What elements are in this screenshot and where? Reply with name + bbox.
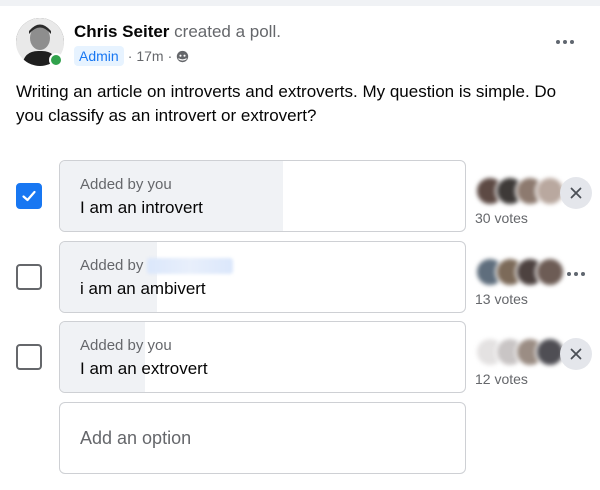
- poll-option-label: i am an ambivert: [80, 279, 206, 298]
- poll-option-box[interactable]: Added by you I am an introvert: [59, 160, 466, 232]
- poll-option-checkbox[interactable]: [16, 264, 42, 290]
- post-text: Writing an article on introverts and ext…: [16, 82, 557, 125]
- voter-avatars[interactable]: [475, 257, 565, 287]
- vote-count[interactable]: 30 votes: [475, 210, 528, 226]
- vote-count[interactable]: 13 votes: [475, 291, 528, 307]
- poll-option-progress-fill: [60, 242, 158, 312]
- voter-avatars[interactable]: [475, 337, 565, 367]
- more-options-icon[interactable]: [552, 34, 578, 50]
- vote-count[interactable]: 12 votes: [475, 371, 528, 387]
- remove-option-button[interactable]: [560, 338, 592, 370]
- add-option-input[interactable]: [60, 403, 465, 473]
- author-name[interactable]: Chris Seiter: [74, 22, 169, 41]
- voter-avatars[interactable]: [475, 176, 565, 206]
- poll-option-row: Added by you I am an extrovert 12 votes: [0, 321, 600, 393]
- post-header: Chris Seiter created a poll.: [74, 22, 281, 42]
- poll-option-added-by: Added by: [80, 257, 234, 274]
- poll-option-row: Added by i am an ambivert 13 votes: [0, 241, 600, 313]
- poll-option-row: Added by you I am an introvert 30 votes: [0, 160, 600, 232]
- blurred-user-name: [147, 257, 234, 274]
- remove-option-button[interactable]: [560, 177, 592, 209]
- close-icon: [570, 348, 582, 360]
- poll-option-box[interactable]: Added by i am an ambivert: [59, 241, 466, 313]
- poll-option-progress-fill: [60, 322, 146, 392]
- meta-separator: ·: [127, 48, 133, 64]
- poll-option-checkbox[interactable]: [16, 344, 42, 370]
- poll-option-label: I am an introvert: [80, 198, 203, 217]
- post-timestamp[interactable]: 17m: [136, 48, 163, 64]
- meta-separator: ·: [167, 48, 173, 64]
- checkmark-icon: [22, 190, 36, 202]
- admin-badge[interactable]: Admin: [74, 46, 124, 66]
- post-meta: Admin · 17m ·: [74, 46, 189, 66]
- poll-post-card: Chris Seiter created a poll. Admin · 17m…: [0, 6, 600, 490]
- add-option-field[interactable]: [59, 402, 466, 474]
- more-horizontal-icon[interactable]: [563, 267, 589, 281]
- poll-option-checkbox[interactable]: [16, 183, 42, 209]
- post-action-text: created a poll.: [174, 22, 281, 41]
- globe-icon[interactable]: [176, 50, 189, 63]
- poll-option-label: I am an extrovert: [80, 359, 208, 378]
- close-icon: [570, 187, 582, 199]
- poll-option-added-by: Added by you: [80, 176, 172, 193]
- voter-avatar: [535, 257, 565, 287]
- poll-option-box[interactable]: Added by you I am an extrovert: [59, 321, 466, 393]
- poll-option-added-by: Added by you: [80, 337, 172, 354]
- poll-option-progress-fill: [60, 161, 283, 231]
- added-by-text: Added by: [80, 257, 144, 274]
- online-status-dot: [49, 53, 63, 67]
